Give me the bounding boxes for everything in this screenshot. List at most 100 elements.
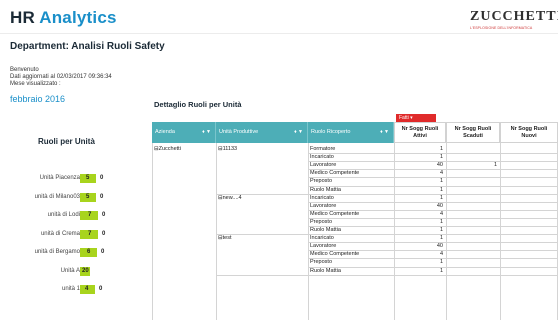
chart-value-label: 7 [88, 212, 92, 218]
app-title-accent: Analytics [39, 8, 117, 27]
chart-row[interactable]: unità 1 4 0 [0, 285, 152, 295]
sort-filter-icon[interactable]: ♦ ▼ [202, 122, 211, 143]
header-nuovi-l1: Nr Sogg Ruoli [510, 126, 548, 132]
company-cell[interactable]: ⊟Zucchetti [154, 146, 181, 152]
header-scaduti-l2: Scaduti [463, 133, 483, 139]
attivi-value: 1 [439, 227, 443, 233]
role-cell[interactable]: Medico Competente [310, 251, 359, 257]
department-title: Department: Analisi Ruoli Safety [10, 41, 165, 52]
chart-secondary-value: 0 [99, 286, 103, 292]
attivi-value: 1 [439, 186, 443, 193]
chart-value-label: 4 [85, 286, 89, 292]
header-scaduti[interactable]: Nr Sogg Ruoli Scaduti [446, 122, 500, 143]
chart-value-label: 20 [82, 267, 89, 274]
grid-line [500, 143, 501, 320]
grid-line [308, 143, 309, 320]
header-unita-label: Unità Produttive [219, 129, 259, 135]
chart-row[interactable]: unità di Lodi 7 0 [0, 211, 152, 221]
info-block: Benvenuto Dati aggiornati al 02/03/2017 … [10, 67, 112, 88]
grid-line [394, 143, 395, 320]
grid-line [446, 143, 447, 320]
role-cell[interactable]: Medico Competente [310, 170, 359, 176]
role-cell[interactable]: Ruolo Mattia [310, 187, 341, 193]
attivi-value: 4 [439, 210, 443, 217]
header-attivi-l2: Attivi [413, 133, 427, 139]
pivot-table: Azienda ♦ ▼ Unità Produttive ♦ ▼ Ruolo R… [152, 122, 558, 320]
role-cell[interactable]: Lavoratore [310, 243, 336, 249]
attivi-value: 1 [439, 194, 443, 201]
month-value[interactable]: febbraio 2016 [10, 94, 65, 104]
role-cell[interactable]: Preposto [310, 178, 332, 184]
header-ruolo-label: Ruolo Ricoperto [311, 129, 351, 135]
chart-row-label: unità 1 [61, 286, 80, 292]
attivi-value: 1 [439, 146, 443, 152]
chart-title: Ruoli per Unità [38, 137, 95, 146]
attivi-value: 4 [439, 251, 443, 258]
zucchetti-logo: ZUCCHETTI L'ESPLOSIONE DELL'INFORMATICA [470, 9, 558, 31]
grid-line [216, 143, 217, 320]
facts-filter-tag[interactable]: Fatti ▾ [396, 114, 436, 122]
role-cell[interactable]: Incaricato [310, 235, 334, 241]
header-scaduti-l1: Nr Sogg Ruoli [454, 126, 492, 132]
chevron-down-icon: ▾ [410, 115, 413, 121]
app-header: HR Analytics ZUCCHETTI L'ESPLOSIONE DELL… [0, 0, 558, 34]
chart-row-label: Unità A [60, 267, 80, 274]
grid-line [308, 274, 558, 276]
sort-filter-icon[interactable]: ♦ ▼ [380, 122, 389, 143]
header-attivi[interactable]: Nr Sogg Ruoli Attivi [394, 122, 446, 143]
facts-filter-label: Fatti [399, 115, 409, 121]
role-cell[interactable]: Incaricato [310, 195, 334, 201]
attivi-value: 40 [436, 202, 443, 209]
role-cell[interactable]: Ruolo Mattia [310, 227, 341, 233]
attivi-value: 1 [439, 154, 443, 161]
role-cell[interactable]: Lavoratore [310, 203, 336, 209]
chart-row[interactable]: Unità Piacenza 5 0 [0, 174, 152, 184]
chart-value-label: 7 [88, 230, 92, 237]
grid-line [152, 143, 153, 320]
unit-cell[interactable]: ⊟11133 [218, 146, 237, 152]
unit-name: test [222, 235, 232, 242]
header-ruolo-ricoperto[interactable]: Ruolo Ricoperto ♦ ▼ [308, 122, 394, 143]
header-azienda-label: Azienda [155, 129, 175, 135]
chart-secondary-value: 0 [101, 249, 105, 255]
role-cell[interactable]: Preposto [310, 219, 332, 225]
chart-row[interactable]: unità di Bergamo 6 0 [0, 248, 152, 258]
role-cell[interactable]: Medico Competente [310, 211, 359, 217]
attivi-value: 1 [439, 267, 443, 274]
unit-name: 11133 [222, 146, 238, 152]
attivi-value: 40 [436, 162, 443, 169]
role-cell[interactable]: Formatore [310, 146, 335, 152]
table-title: Dettaglio Ruoli per Unità [154, 100, 242, 109]
attivi-value: 1 [439, 178, 443, 185]
scaduti-value: 1 [493, 162, 497, 169]
sort-filter-icon[interactable]: ♦ ▼ [294, 122, 303, 143]
welcome-text: Benvenuto [10, 67, 39, 73]
updated-text: Dati aggiornati al 02/03/2017 09:36:34 [10, 74, 112, 80]
unit-cell[interactable]: ⊟test [218, 235, 231, 241]
attivi-value: 1 [439, 218, 443, 225]
role-cell[interactable]: Preposto [310, 259, 332, 265]
header-attivi-l1: Nr Sogg Ruoli [401, 126, 439, 132]
chart-row-label: unità di Bergamo [34, 249, 80, 255]
logo-text: ZUCCHETTI [470, 9, 558, 24]
chart-row[interactable]: unità di Milano03 5 0 [0, 192, 152, 203]
unit-name: new....4 [222, 194, 242, 201]
chart-row[interactable]: Unità A 20 [0, 266, 152, 277]
role-cell[interactable]: Lavoratore [310, 162, 336, 168]
role-cell[interactable]: Incaricato [310, 154, 334, 160]
app-title-main: HR [10, 8, 40, 27]
chart-row-label: unità di Crema [40, 230, 80, 237]
chart-row[interactable]: unità di Crema 7 0 [0, 229, 152, 240]
chart-row-label: Unità Piacenza [39, 175, 80, 181]
header-unita-produttive[interactable]: Unità Produttive ♦ ▼ [216, 122, 308, 143]
company-name: Zucchetti [158, 146, 181, 152]
roles-per-unit-chart: Ruoli per Unità Unità Piacenza 5 0 unità di… [0, 120, 152, 320]
chart-value-label: 5 [86, 175, 90, 181]
unit-cell[interactable]: ⊟new....4 [218, 195, 242, 201]
app-title: HR Analytics [10, 8, 117, 28]
header-azienda[interactable]: Azienda ♦ ▼ [152, 122, 216, 143]
logo-subtitle: L'ESPLOSIONE DELL'INFORMATICA [470, 26, 533, 30]
header-nuovi[interactable]: Nr Sogg Ruoli Nuovi [500, 122, 558, 143]
grid-line [216, 274, 308, 276]
role-cell[interactable]: Ruolo Mattia [310, 268, 341, 274]
